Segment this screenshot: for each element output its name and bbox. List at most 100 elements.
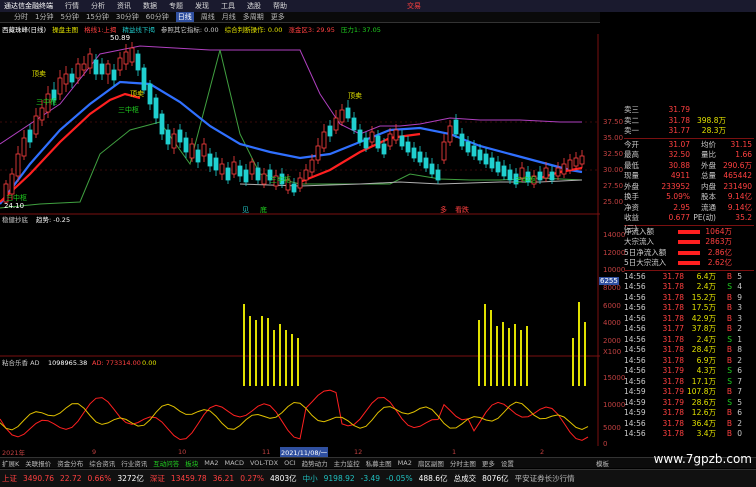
- tick-count: 5: [737, 397, 742, 407]
- period-tab[interactable]: 周线: [201, 12, 215, 22]
- tick-row: 14:56 31.78 15.2万 B 9: [624, 293, 754, 304]
- indicator-value: 格线1:上揭: [84, 26, 117, 34]
- candle-body: [489, 157, 495, 169]
- main-indicator[interactable]: 操盘主图: [52, 24, 78, 34]
- candle-body: [411, 147, 417, 159]
- indicator-tab[interactable]: 分时主图: [450, 458, 476, 468]
- stat-value: 9.14亿: [727, 202, 752, 212]
- candle-body: [237, 165, 243, 177]
- time-tick: 11: [262, 447, 271, 456]
- period-tab[interactable]: 月线: [222, 12, 236, 22]
- menu-item[interactable]: 帮助: [273, 1, 287, 11]
- indicator-tab[interactable]: VOL-TDX: [250, 459, 278, 467]
- signal-volume-bar: [526, 326, 528, 386]
- indicator-tab[interactable]: 私募主图: [366, 458, 392, 468]
- indicator-tab[interactable]: 扇区副图: [418, 458, 444, 468]
- indicator-tab[interactable]: 综合资讯: [89, 458, 115, 468]
- trade-button[interactable]: 交易: [407, 1, 421, 11]
- period-tab[interactable]: 60分钟: [146, 12, 169, 22]
- ad-value: AD: 773314.00: [92, 359, 141, 367]
- menu-item[interactable]: 分析: [91, 1, 105, 11]
- tick-count: 1: [737, 334, 742, 344]
- sz-change: 36.21: [212, 474, 235, 483]
- period-tab[interactable]: 分时: [14, 12, 28, 22]
- indicator-tab-bar: 扩展K 关联报价 资金分布 综合资讯 行业资讯 互动问答 板块 MA2 MACD VOL-TDX O…: [0, 457, 756, 468]
- signal-volume-bar: [478, 320, 480, 386]
- candle-body: [345, 107, 351, 119]
- candle-body: [135, 53, 141, 71]
- menu-item[interactable]: 行情: [65, 1, 79, 11]
- indicator-tab[interactable]: MACD: [224, 459, 243, 467]
- period-tab-active[interactable]: 日线: [175, 12, 194, 22]
- tick-count: 4: [737, 282, 742, 291]
- candle-body: [81, 63, 87, 71]
- period-tab[interactable]: 5分钟: [60, 12, 78, 22]
- menu-item[interactable]: 数据: [143, 1, 157, 11]
- tick-side: B: [726, 387, 732, 396]
- tick-price: 31.78: [662, 355, 684, 365]
- menu-item[interactable]: 专题: [169, 1, 183, 11]
- indicator-tab[interactable]: MA2: [204, 459, 218, 467]
- menu-item[interactable]: 选股: [247, 1, 261, 11]
- template-button[interactable]: 模板: [596, 458, 609, 468]
- menu-item[interactable]: 发现: [195, 1, 209, 11]
- total-value: 8076亿: [482, 474, 509, 483]
- signal-volume-bar: [279, 324, 281, 386]
- stat-row: 净资 2.95 流通 9.14亿: [624, 203, 754, 214]
- time-tick: 12: [354, 447, 363, 456]
- sh-label[interactable]: 上证: [2, 473, 17, 484]
- tick-volume: 42.9万: [691, 313, 716, 323]
- zx-label[interactable]: 中小: [303, 473, 318, 484]
- indicator-value: 压力1: 37.05: [340, 26, 381, 34]
- candle-body: [393, 129, 399, 141]
- indicator-tab[interactable]: OCI: [284, 459, 296, 467]
- sz-label[interactable]: 深证: [150, 473, 165, 484]
- indicator-tab[interactable]: 互动问答: [153, 458, 179, 468]
- ask-volume: [690, 105, 726, 116]
- news-ticker[interactable]: 平安证券长沙行情: [515, 473, 575, 484]
- indicator-tab[interactable]: 关联报价: [25, 458, 51, 468]
- stat-label: 内盘: [701, 181, 716, 191]
- ad-tick: 15000: [603, 374, 626, 382]
- tick-volume: 28.6万: [691, 397, 716, 407]
- candle-body: [333, 117, 339, 131]
- flow-label: 5日大宗流入: [624, 258, 667, 267]
- ad-value: 1098965.38: [48, 359, 87, 367]
- indicator-tab[interactable]: 趋势动力: [302, 458, 328, 468]
- ad-tick: 0: [603, 440, 608, 448]
- indicator-value: 涨金区3: 29.95: [288, 26, 335, 34]
- kline-chart[interactable]: 顶卖 三中枢 顶卖 三中枢 三中枢 顶卖 三中枢 三中枢 见 底 多 看跌 50…: [0, 34, 600, 446]
- zx-amount: 488.6亿: [418, 474, 448, 483]
- menu-item[interactable]: 工具: [221, 1, 235, 11]
- ask-row: 卖三 31.79: [624, 105, 754, 116]
- tick-count: 2: [737, 355, 742, 365]
- indicator-tab[interactable]: 设置: [501, 458, 514, 468]
- indicator-tab[interactable]: 更多: [482, 458, 495, 468]
- indicator-tab[interactable]: MA2: [398, 459, 412, 467]
- indicator-tab[interactable]: 主力监控: [334, 458, 360, 468]
- time-tick: 2021年: [2, 448, 26, 457]
- indicator-tab[interactable]: 板块: [185, 458, 198, 468]
- indicator-tab[interactable]: 资金分布: [57, 458, 83, 468]
- vol-tick: 14000: [603, 231, 626, 239]
- sz-value: 13459.78: [170, 474, 207, 483]
- stat-row: 收益(三) 0.677 PE(动) 35.2: [624, 213, 754, 233]
- chart-info: 西藏珠峰(日线) 操盘主图 格线1:上揭 精益线下揭 参照其它指标: 0.00 …: [0, 24, 430, 34]
- candle-body: [153, 97, 159, 119]
- period-tab[interactable]: 15分钟: [86, 12, 109, 22]
- period-tab[interactable]: 更多: [271, 12, 285, 22]
- period-tab[interactable]: 多周期: [243, 12, 264, 22]
- menu-item[interactable]: 资讯: [117, 1, 131, 11]
- period-tab[interactable]: 30分钟: [116, 12, 139, 22]
- tick-volume: 3.4万: [696, 429, 716, 438]
- candle-body: [495, 161, 501, 173]
- tick-price: 31.78: [662, 271, 684, 281]
- indicator-tab[interactable]: 行业资讯: [121, 458, 147, 468]
- candle-body: [417, 151, 423, 163]
- sh-value: 3490.76: [23, 474, 55, 483]
- indicator-tab[interactable]: 扩展K: [2, 458, 19, 468]
- vol-tick: 8000: [603, 284, 621, 292]
- stat-label: 收益(三): [624, 213, 639, 233]
- period-tab[interactable]: 1分钟: [35, 12, 53, 22]
- tick-time: 14:56: [624, 418, 646, 428]
